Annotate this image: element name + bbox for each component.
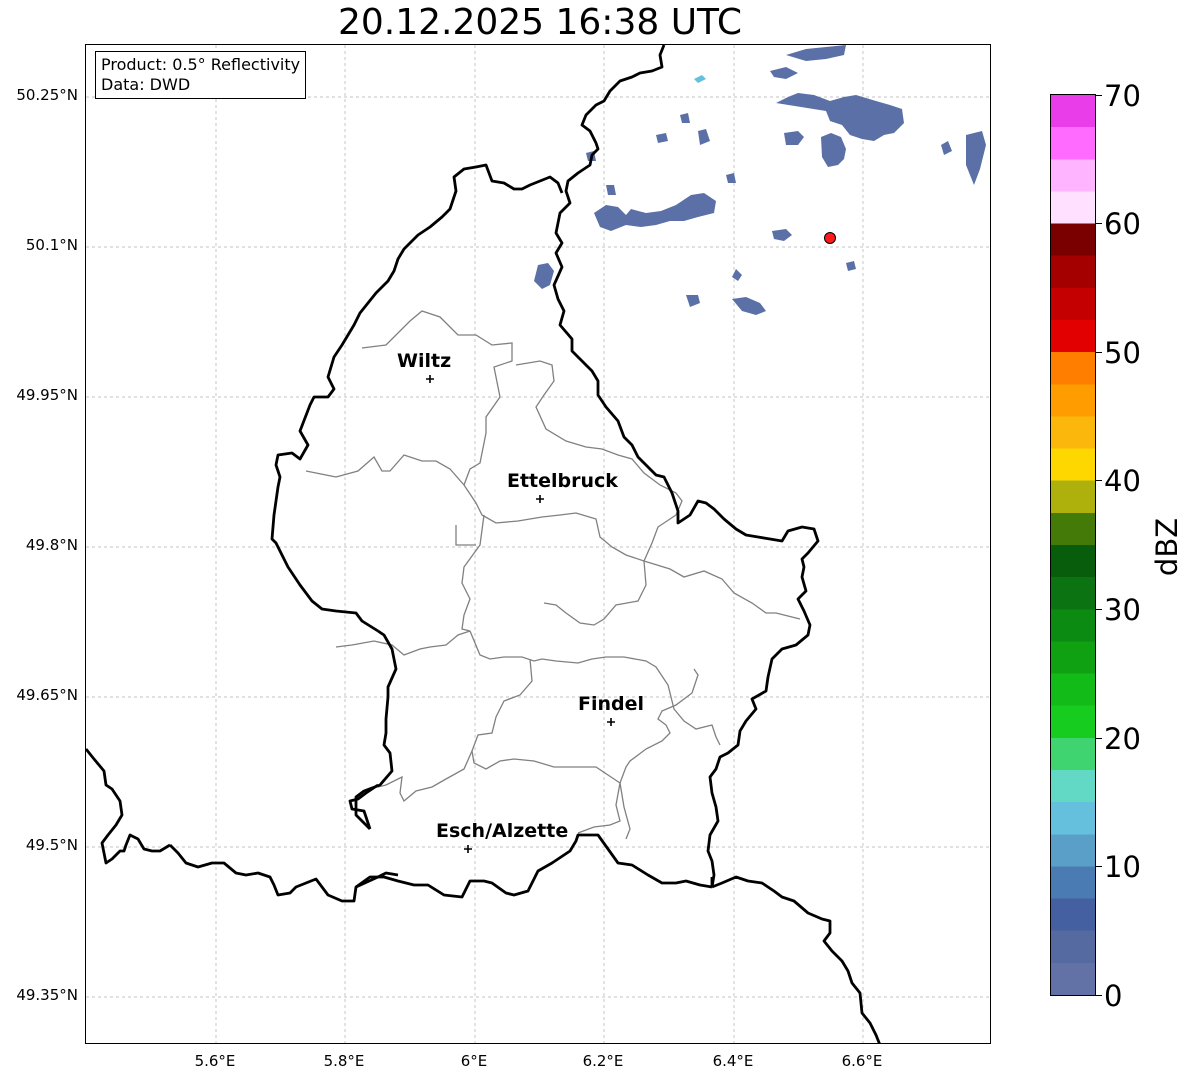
colorbar-tick [1096, 95, 1102, 96]
lon-label: 5.6°E [194, 1052, 236, 1070]
colorbar-tick-label: 30 [1104, 593, 1141, 627]
city-label-findel: Findel [578, 693, 645, 715]
map-grid [86, 45, 990, 1043]
colorbar-tick [1096, 223, 1102, 224]
colorbar-tick-label: 40 [1104, 464, 1141, 498]
colorbar-unit-label: dBZ [1150, 517, 1184, 577]
lat-label: 49.95°N [16, 386, 78, 404]
canton-borders [305, 310, 801, 840]
info-box: Product: 0.5° Reflectivity Data: DWD [95, 51, 307, 99]
map-canvas [86, 45, 990, 1043]
colorbar-tick [1096, 480, 1102, 481]
lat-label: 49.8°N [25, 536, 78, 554]
city-label-ettelbruck: Ettelbruck [507, 470, 618, 492]
colorbar-tick-label: 50 [1104, 336, 1141, 370]
data-source-label: Data: DWD [101, 75, 191, 94]
lon-label: 5.8°E [323, 1052, 365, 1070]
city-label-esch-alzette: Esch/Alzette [436, 820, 569, 842]
radar-echoes [534, 45, 986, 315]
colorbar-tick-label: 0 [1104, 979, 1123, 1013]
colorbar-tick-label: 70 [1104, 79, 1141, 113]
map-title: 20.12.2025 16:38 UTC [337, 2, 743, 43]
radar-site-marker [824, 232, 836, 244]
product-label: Product: 0.5° Reflectivity [101, 55, 301, 74]
colorbar-tick-label: 60 [1104, 207, 1141, 241]
lon-label: 6.4°E [712, 1052, 754, 1070]
lon-label: 6.2°E [582, 1052, 624, 1070]
colorbar-tick [1096, 352, 1102, 353]
colorbar-tick-label: 20 [1104, 722, 1141, 756]
lat-label: 49.5°N [25, 836, 78, 854]
radar-echo-light [694, 75, 706, 83]
lat-label: 50.25°N [16, 86, 78, 104]
colorbar-tick [1096, 738, 1102, 739]
lat-label: 50.1°N [25, 236, 78, 254]
colorbar-tick [1096, 609, 1102, 610]
colorbar-tick [1096, 995, 1102, 996]
colorbar [1050, 94, 1096, 996]
lat-label: 49.35°N [16, 986, 78, 1004]
colorbar-tick [1096, 866, 1102, 867]
lat-label: 49.65°N [16, 686, 78, 704]
colorbar-tick-label: 10 [1104, 850, 1141, 884]
country-borders [86, 45, 881, 1043]
lon-label: 6.6°E [841, 1052, 883, 1070]
city-label-wiltz: Wiltz [397, 350, 452, 372]
radar-map[interactable] [85, 44, 991, 1044]
lon-label: 6°E [460, 1052, 488, 1070]
